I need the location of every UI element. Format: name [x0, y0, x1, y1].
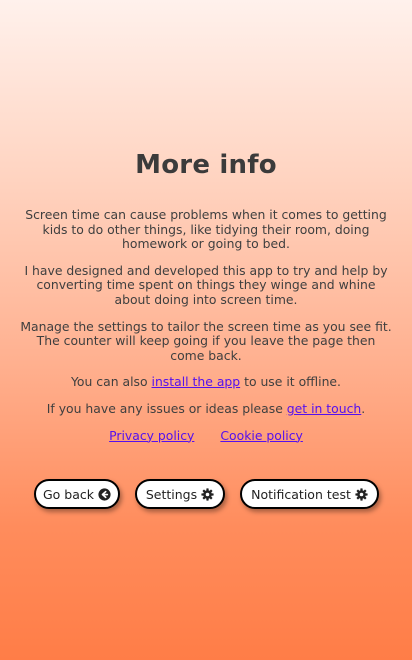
privacy-policy-link[interactable]: Privacy policy	[109, 428, 194, 443]
contact-prefix: If you have any issues or ideas please	[46, 400, 287, 416]
contact-suffix: .	[361, 400, 366, 416]
info-paragraph-3: Manage the settings to tailor the screen…	[20, 318, 392, 363]
more-info-page: More info Screen time can cause problems…	[0, 0, 412, 660]
info-paragraph-2: I have designed and developed this app t…	[24, 262, 388, 307]
arrow-circle-left-icon	[98, 487, 111, 501]
settings-button[interactable]: Settings	[135, 479, 225, 509]
notification-test-button[interactable]: Notification test	[240, 479, 379, 509]
gear-icon	[201, 487, 214, 501]
install-suffix: to use it offline.	[240, 374, 341, 390]
get-in-touch-link[interactable]: get in touch	[287, 401, 361, 416]
go-back-label: Go back	[43, 486, 95, 502]
install-paragraph: You can also install the app to use it o…	[18, 375, 394, 390]
install-app-link[interactable]: install the app	[152, 374, 241, 390]
page-title: More info	[135, 150, 277, 180]
cookie-policy-link[interactable]: Cookie policy	[220, 428, 302, 443]
gear-icon	[355, 487, 368, 501]
info-paragraph-1: Screen time can cause problems when it c…	[25, 207, 387, 252]
policy-links: Privacy policy Cookie policy	[18, 428, 394, 444]
go-back-button[interactable]: Go back	[34, 479, 120, 509]
install-prefix: You can also	[71, 374, 152, 390]
action-buttons: Go back Settings Notification test	[0, 479, 412, 513]
notification-test-label: Notification test	[251, 486, 351, 502]
info-content: Screen time can cause problems when it c…	[18, 207, 394, 455]
contact-paragraph: If you have any issues or ideas please g…	[18, 400, 394, 417]
settings-label: Settings	[145, 486, 198, 502]
